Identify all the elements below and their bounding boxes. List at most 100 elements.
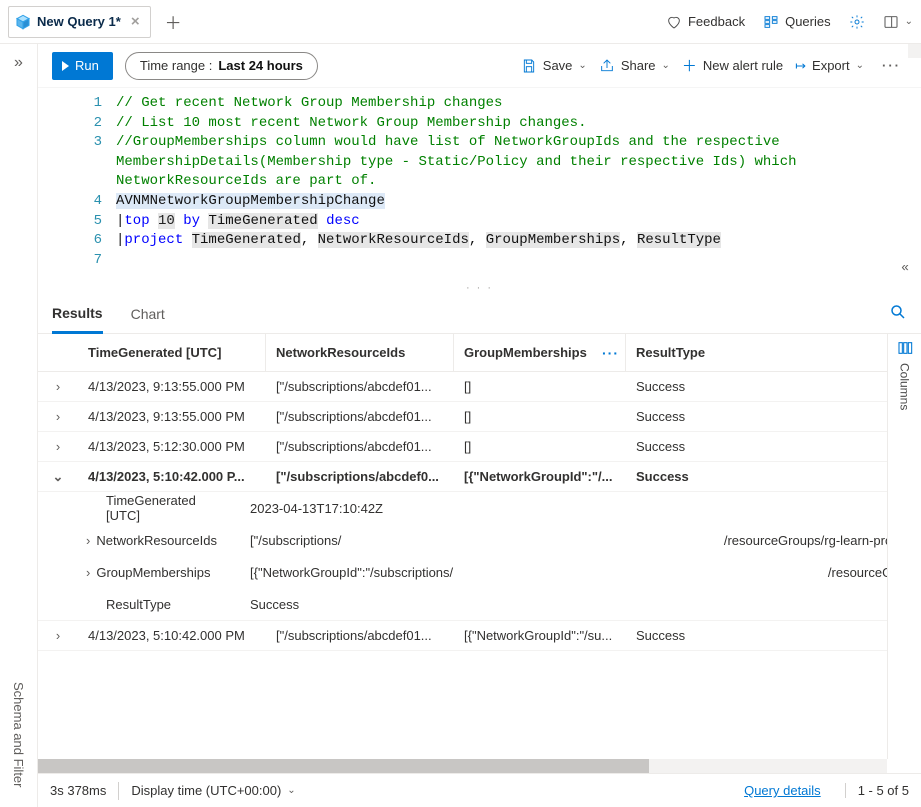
status-bar: 3s 378ms Display time (UTC+00:00) ⌄ Quer… [38, 773, 921, 807]
share-button[interactable]: Share ⌄ [599, 58, 670, 74]
line-gutter: 1234567 [38, 94, 116, 270]
run-button[interactable]: Run [52, 52, 113, 80]
chevron-down-icon[interactable]: ⌄ [38, 469, 78, 485]
expand-rail-button[interactable]: » [0, 44, 37, 82]
cell-network: ["/subscriptions/abcdef0... [266, 469, 454, 484]
detail-row: ResultTypeSuccess [38, 588, 921, 620]
detail-value: [{"NetworkGroupId":"/subscriptions/ [224, 565, 828, 580]
cell-time: 4/13/2023, 5:10:42.000 P... [78, 469, 266, 484]
cell-time: 4/13/2023, 5:10:42.000 PM [78, 628, 266, 643]
detail-value: Success [224, 597, 921, 612]
save-icon [521, 58, 537, 74]
cell-result: Success [626, 628, 921, 643]
cell-network: ["/subscriptions/abcdef01... [266, 409, 454, 424]
export-button[interactable]: ↦ Export ⌄ [795, 58, 864, 74]
tab-title: New Query 1* [37, 14, 121, 29]
splitter-handle[interactable]: · · · [38, 282, 921, 294]
cell-groups: [{"NetworkGroupId":"/su... [454, 628, 626, 643]
col-expander [38, 334, 78, 371]
results-tabs: Results Chart [38, 294, 921, 334]
chevron-down-icon: ⌄ [662, 60, 670, 71]
cell-groups: [] [454, 409, 626, 424]
time-range-picker[interactable]: Time range : Last 24 hours [125, 52, 318, 80]
cell-network: ["/subscriptions/abcdef01... [266, 628, 454, 643]
detail-row: TimeGenerated [UTC]2023-04-13T17:10:42Z [38, 492, 921, 524]
chevron-right-icon[interactable]: › [86, 565, 90, 580]
chevron-down-icon: ⌄ [578, 60, 586, 71]
plus-icon: ＋ [682, 55, 697, 76]
cell-network: ["/subscriptions/abcdef01... [266, 379, 454, 394]
col-result[interactable]: ResultType [626, 334, 921, 371]
feedback-button[interactable]: Feedback [666, 14, 745, 30]
columns-rail[interactable]: Columns [887, 334, 921, 759]
share-icon [599, 58, 615, 74]
table-row[interactable]: ›4/13/2023, 5:10:42.000 PM["/subscriptio… [38, 621, 921, 651]
query-details-link[interactable]: Query details [744, 783, 821, 798]
queries-icon [763, 14, 779, 30]
cell-groups: [] [454, 439, 626, 454]
add-tab-icon[interactable]: ＋ [157, 9, 190, 34]
query-tab[interactable]: New Query 1* × [8, 6, 151, 38]
play-icon [62, 61, 69, 71]
chevron-right-icon[interactable]: › [86, 533, 90, 548]
cell-result: Success [626, 439, 921, 454]
query-editor[interactable]: 1234567 // Get recent Network Group Memb… [38, 88, 921, 282]
collapse-editor-icon[interactable]: » [901, 258, 909, 276]
col-time[interactable]: TimeGenerated [UTC] [78, 334, 266, 371]
gear-icon [849, 14, 865, 30]
queries-button[interactable]: Queries [763, 14, 831, 30]
tab-results[interactable]: Results [52, 295, 103, 334]
results-grid: TimeGenerated [UTC] NetworkResourceIds G… [38, 334, 921, 759]
top-bar: New Query 1* × ＋ Feedback Queries ⌄ [0, 0, 921, 44]
search-results-icon[interactable] [889, 303, 907, 324]
display-time-selector[interactable]: Display time (UTC+00:00) ⌄ [131, 783, 295, 798]
cell-result: Success [626, 409, 921, 424]
cell-groups: [{"NetworkGroupId":"/... [454, 469, 626, 484]
cell-time: 4/13/2023, 9:13:55.000 PM [78, 379, 266, 394]
cell-result: Success [626, 469, 921, 484]
table-row[interactable]: ›4/13/2023, 5:12:30.000 PM["/subscriptio… [38, 432, 921, 462]
cell-result: Success [626, 379, 921, 394]
cube-icon [15, 14, 31, 30]
tab-chart[interactable]: Chart [131, 294, 165, 333]
panel-icon [883, 14, 899, 30]
more-actions[interactable]: ··· [876, 58, 907, 73]
column-more-icon[interactable]: ··· [602, 345, 619, 361]
table-row[interactable]: ›4/13/2023, 9:13:55.000 PM["/subscriptio… [38, 372, 921, 402]
h-scrollbar[interactable] [38, 759, 887, 773]
col-network[interactable]: NetworkResourceIds [266, 334, 454, 371]
close-icon[interactable]: × [131, 13, 140, 30]
chevron-right-icon[interactable]: › [38, 379, 78, 394]
query-timing: 3s 378ms [50, 783, 106, 798]
code-area[interactable]: // Get recent Network Group Membership c… [116, 94, 921, 270]
row-details: TimeGenerated [UTC]2023-04-13T17:10:42Z›… [38, 492, 921, 621]
heart-icon [666, 14, 682, 30]
cell-time: 4/13/2023, 9:13:55.000 PM [78, 409, 266, 424]
table-row[interactable]: ›4/13/2023, 9:13:55.000 PM["/subscriptio… [38, 402, 921, 432]
detail-value: 2023-04-13T17:10:42Z [224, 501, 921, 516]
panel-button[interactable]: ⌄ [883, 14, 913, 30]
cell-time: 4/13/2023, 5:12:30.000 PM [78, 439, 266, 454]
chevron-right-icon[interactable]: › [38, 628, 78, 643]
grid-header: TimeGenerated [UTC] NetworkResourceIds G… [38, 334, 921, 372]
detail-row: ›NetworkResourceIds["/subscriptions//res… [38, 524, 921, 556]
settings-button[interactable] [849, 14, 865, 30]
export-icon: ↦ [795, 58, 806, 74]
table-row[interactable]: ⌄4/13/2023, 5:10:42.000 P...["/subscript… [38, 462, 921, 492]
left-rail: » Schema and Filter [0, 44, 38, 807]
chevron-right-icon[interactable]: › [38, 439, 78, 454]
chevron-down-icon: ⌄ [856, 60, 864, 71]
col-groups[interactable]: GroupMemberships ··· [454, 334, 626, 371]
detail-value: ["/subscriptions/ [224, 533, 724, 548]
result-counter: 1 - 5 of 5 [845, 783, 909, 798]
detail-row: ›GroupMemberships[{"NetworkGroupId":"/su… [38, 556, 921, 588]
new-alert-button[interactable]: ＋ New alert rule [682, 55, 783, 76]
schema-filter-label[interactable]: Schema and Filter [11, 682, 26, 788]
chevron-down-icon: ⌄ [905, 16, 913, 27]
cell-network: ["/subscriptions/abcdef01... [266, 439, 454, 454]
chevron-down-icon: ⌄ [287, 785, 295, 796]
columns-icon [897, 340, 913, 359]
chevron-right-icon[interactable]: › [38, 409, 78, 424]
h-scrollbar-thumb[interactable] [38, 759, 649, 773]
save-button[interactable]: Save ⌄ [521, 58, 587, 74]
